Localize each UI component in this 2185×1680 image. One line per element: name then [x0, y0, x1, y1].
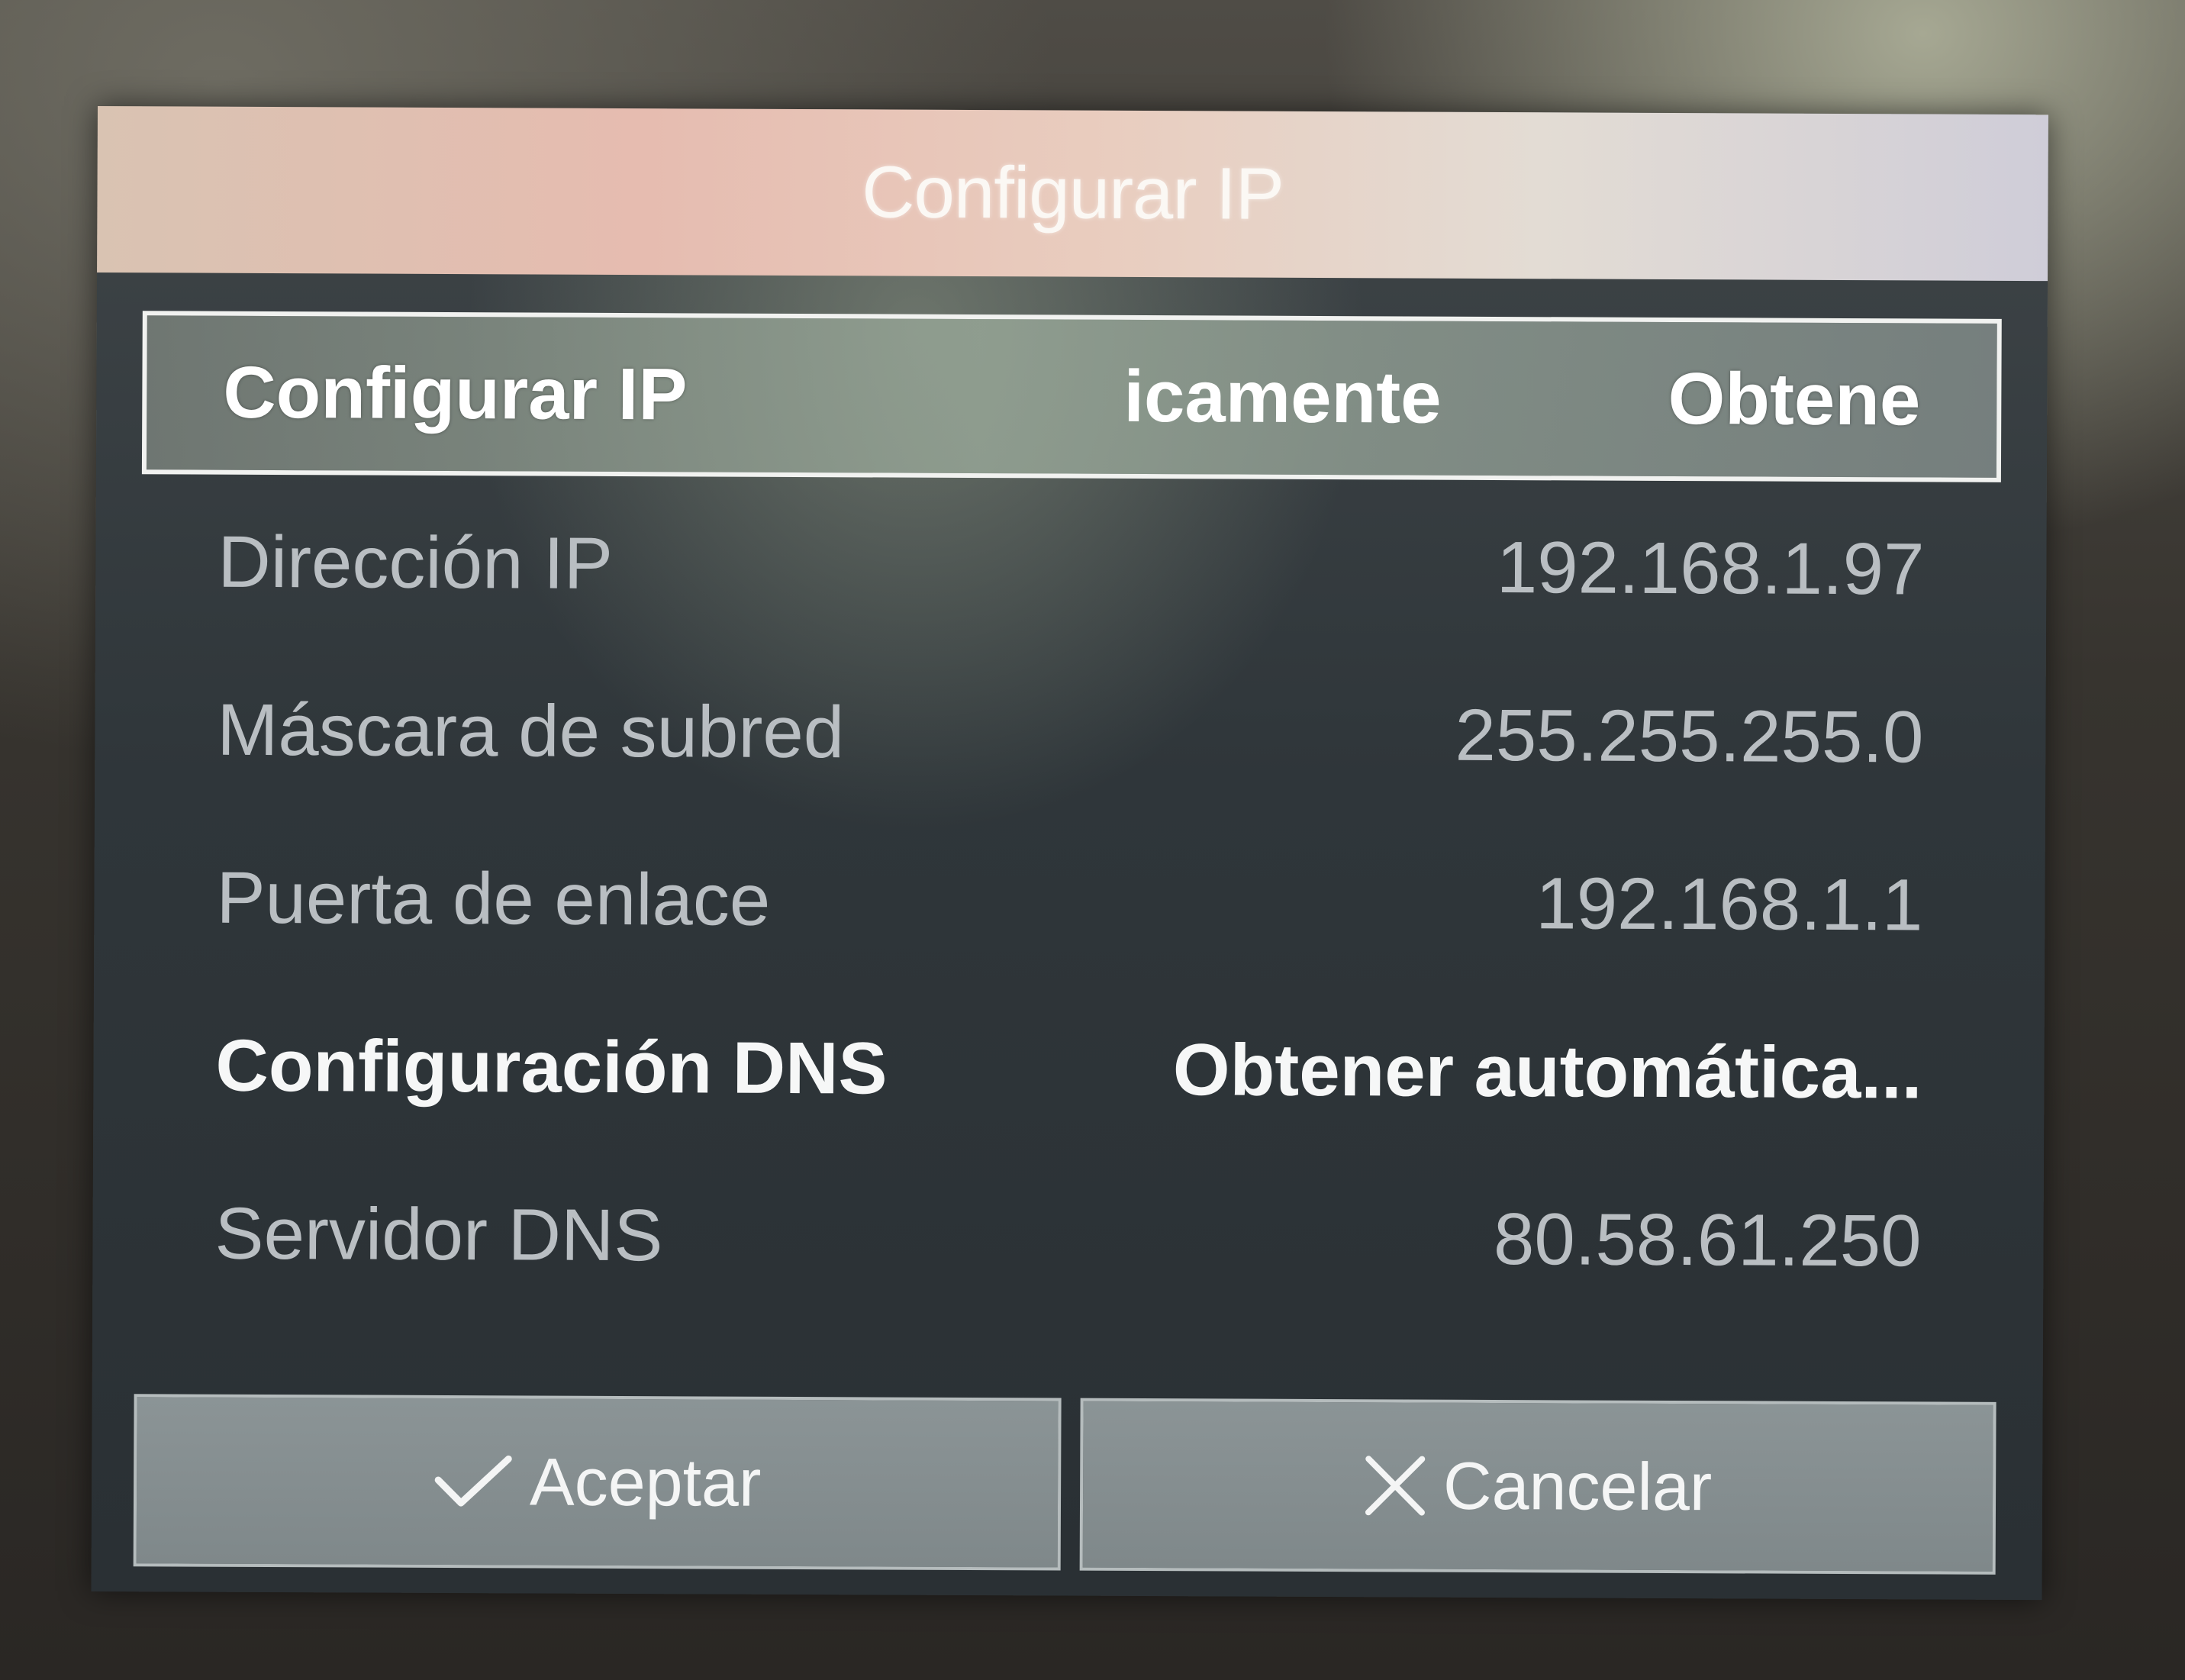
ip-config-value-scroll-a: icamente [1123, 355, 1442, 439]
ip-config-label: Configurar IP [223, 351, 688, 436]
dns-server-row: Servidor DNS 80.58.61.250 [138, 1152, 1998, 1324]
dns-config-label: Configuración DNS [215, 1024, 888, 1110]
dialog-header: Configurar IP [97, 106, 2048, 282]
close-icon [1364, 1454, 1426, 1517]
dns-config-value: Obtener automática... [1172, 1029, 1922, 1114]
dns-server-label: Servidor DNS [214, 1192, 663, 1277]
cancel-button-label: Cancelar [1442, 1447, 1713, 1525]
ip-address-row: Dirección IP 192.168.1.97 [141, 480, 2001, 652]
cancel-button[interactable]: Cancelar [1079, 1398, 1996, 1575]
subnet-mask-row: Máscara de subred 255.255.255.0 [140, 648, 2000, 820]
check-icon [433, 1454, 513, 1509]
accept-button-label: Aceptar [529, 1443, 762, 1520]
ip-config-dialog: Configurar IP Configurar IP icamente Obt… [91, 106, 2048, 1601]
subnet-mask-label: Máscara de subred [217, 688, 845, 774]
ip-address-value: 192.168.1.97 [1496, 527, 1925, 611]
dialog-title: Configurar IP [861, 151, 1284, 235]
ip-address-label: Dirección IP [218, 521, 614, 605]
dns-server-value: 80.58.61.250 [1493, 1198, 1922, 1282]
gateway-value: 192.168.1.1 [1536, 863, 1923, 946]
gateway-row: Puerta de enlace 192.168.1.1 [140, 816, 2000, 988]
gateway-label: Puerta de enlace [216, 856, 771, 941]
ip-config-row[interactable]: Configurar IP icamente Obtene [141, 311, 2002, 482]
accept-button[interactable]: Aceptar [133, 1394, 1062, 1571]
subnet-mask-value: 255.255.255.0 [1455, 694, 1924, 779]
ip-config-value-scroll-b: Obtene [1668, 357, 1921, 441]
dns-config-row[interactable]: Configuración DNS Obtener automática... [139, 984, 1999, 1156]
